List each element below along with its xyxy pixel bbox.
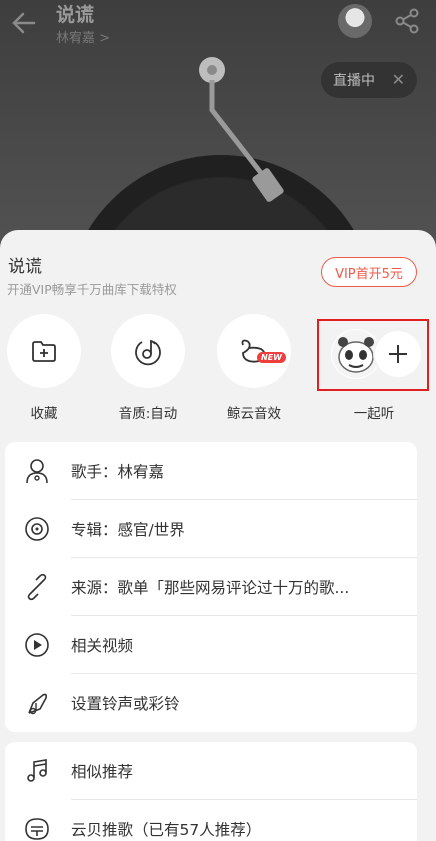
listen-together-label: 一起听	[353, 406, 395, 422]
song-menu-sheet: 说谎 开通VIP畅享千万曲库下载特权 VIP首开5元 收藏 音质:自动 NEW …	[0, 230, 436, 841]
listen-together-button[interactable]	[317, 319, 429, 391]
recommend-list: 相似推荐 云贝推歌（已有57人推荐）	[5, 742, 417, 841]
link-icon	[27, 573, 47, 601]
music-quality-icon	[135, 339, 161, 366]
panda-avatar-icon	[332, 330, 380, 378]
yunbei-icon	[25, 818, 49, 840]
list-item-source[interactable]: 来源：歌单「那些网易评论过十万的歌...	[5, 558, 417, 616]
list-item-label: 来源：歌单「那些网易评论过十万的歌...	[71, 579, 350, 597]
sheet-subtitle: 开通VIP畅享千万曲库下载特权	[7, 282, 177, 297]
list-item-yunbei[interactable]: 云贝推歌（已有57人推荐）	[5, 800, 417, 841]
list-item-ringtone[interactable]: 设置铃声或彩铃	[5, 674, 417, 732]
back-arrow-icon[interactable]	[6, 6, 40, 40]
tonearm-icon	[199, 57, 284, 202]
close-icon[interactable]: ✕	[392, 70, 405, 89]
list-item-album[interactable]: 专辑：感官/世界	[5, 500, 417, 558]
video-icon	[25, 633, 49, 657]
artist-link[interactable]: 林宥嘉 >	[56, 27, 110, 46]
collect-action[interactable]: 收藏	[4, 314, 84, 422]
list-item-label: 云贝推歌（已有57人推荐）	[71, 821, 262, 839]
player-background: 说谎 林宥嘉 > 直播中 ✕	[0, 0, 436, 260]
add-icon[interactable]	[375, 331, 421, 377]
whale-effect-label: 鲸云音效	[227, 406, 281, 422]
friend-avatar	[331, 329, 381, 379]
share-icon[interactable]	[392, 6, 422, 36]
list-item-label: 专辑：感官/世界	[71, 521, 185, 539]
list-item-label: 设置铃声或彩铃	[71, 695, 180, 713]
singer-icon	[26, 459, 48, 484]
similar-music-icon	[27, 759, 47, 782]
collect-button[interactable]	[7, 314, 81, 388]
list-item-label: 相关视频	[71, 637, 134, 655]
live-label: 直播中	[333, 73, 375, 89]
vip-button[interactable]: VIP首开5元	[321, 257, 417, 287]
sheet-title: 说谎	[8, 257, 42, 277]
list-item-similar[interactable]: 相似推荐	[5, 742, 417, 800]
list-item-singer[interactable]: 歌手：林宥嘉	[5, 442, 417, 500]
album-icon	[25, 517, 49, 541]
quality-button[interactable]	[111, 314, 185, 388]
list-item-video[interactable]: 相关视频	[5, 616, 417, 674]
quality-action[interactable]: 音质:自动	[108, 314, 188, 422]
quality-label: 音质:自动	[118, 406, 178, 422]
user-avatar[interactable]	[338, 4, 372, 38]
collect-label: 收藏	[30, 406, 58, 422]
live-status-pill[interactable]: 直播中 ✕	[321, 62, 417, 98]
song-info-list: 歌手：林宥嘉 专辑：感官/世界 来源：歌单「那些网易评论过十万的歌... 相关视…	[5, 442, 417, 732]
song-title: 说谎	[56, 4, 95, 26]
list-item-label: 相似推荐	[71, 763, 134, 781]
folder-add-icon	[32, 341, 56, 362]
new-badge: NEW	[257, 352, 286, 363]
list-item-label: 歌手：林宥嘉	[71, 463, 165, 481]
whale-effect-button[interactable]: NEW	[217, 314, 291, 388]
whale-effect-action[interactable]: NEW 鲸云音效	[214, 314, 294, 422]
ringtone-icon	[28, 693, 47, 715]
